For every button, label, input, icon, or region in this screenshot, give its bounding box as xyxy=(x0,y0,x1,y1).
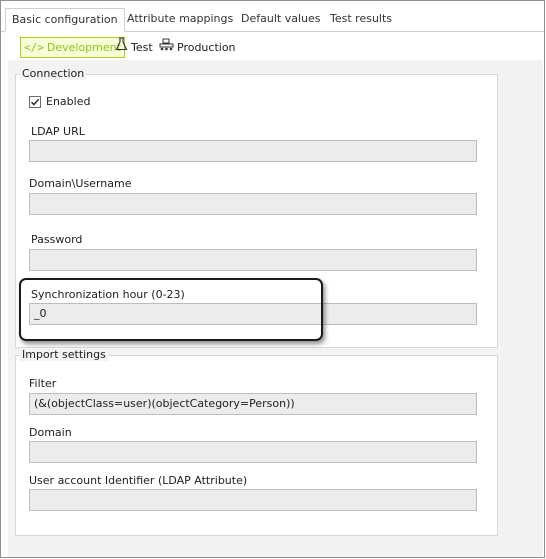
tab-default-values[interactable]: Default values xyxy=(235,8,326,30)
checkmark-icon xyxy=(31,98,40,106)
domain-username-label: Domain\Username xyxy=(29,177,132,190)
enabled-label: Enabled xyxy=(46,95,91,108)
filter-label: Filter xyxy=(29,377,57,390)
connection-section-title: Connection xyxy=(20,67,87,80)
domain-username-input[interactable] xyxy=(29,193,477,215)
ldap-url-label: LDAP URL xyxy=(31,125,85,138)
main-tab-bar: Basic configuration Attribute mappings D… xyxy=(1,8,544,32)
enabled-checkbox[interactable] xyxy=(29,96,41,108)
code-icon: </> xyxy=(24,41,44,54)
password-label: Password xyxy=(31,233,83,246)
account-identifier-label: User account Identifier (LDAP Attribute) xyxy=(29,474,248,487)
tab-test-results[interactable]: Test results xyxy=(324,8,398,30)
env-tab-development-label: Development xyxy=(46,41,121,54)
env-tab-test-label: Test xyxy=(131,41,153,54)
filter-input[interactable]: (&(objectClass=user)(objectCategory=Pers… xyxy=(29,393,477,415)
conveyor-icon xyxy=(159,37,174,58)
flask-icon xyxy=(115,37,128,58)
env-tab-production-label: Production xyxy=(177,41,236,54)
account-identifier-input[interactable] xyxy=(29,489,477,511)
password-input[interactable] xyxy=(29,249,477,271)
import-settings-section-title: Import settings xyxy=(20,348,108,361)
tab-basic-configuration[interactable]: Basic configuration xyxy=(5,8,125,32)
domain-label: Domain xyxy=(29,426,72,439)
highlight-callout xyxy=(19,278,323,341)
env-tab-development[interactable]: </> Development xyxy=(20,37,125,58)
environment-tab-bar: </> Development Test Production xyxy=(1,32,544,60)
domain-input[interactable] xyxy=(29,441,477,463)
env-tab-test[interactable]: Test xyxy=(115,37,153,58)
env-tab-production[interactable]: Production xyxy=(159,37,236,58)
tab-attribute-mappings[interactable]: Attribute mappings xyxy=(121,8,239,30)
ldap-url-input[interactable] xyxy=(29,140,477,162)
